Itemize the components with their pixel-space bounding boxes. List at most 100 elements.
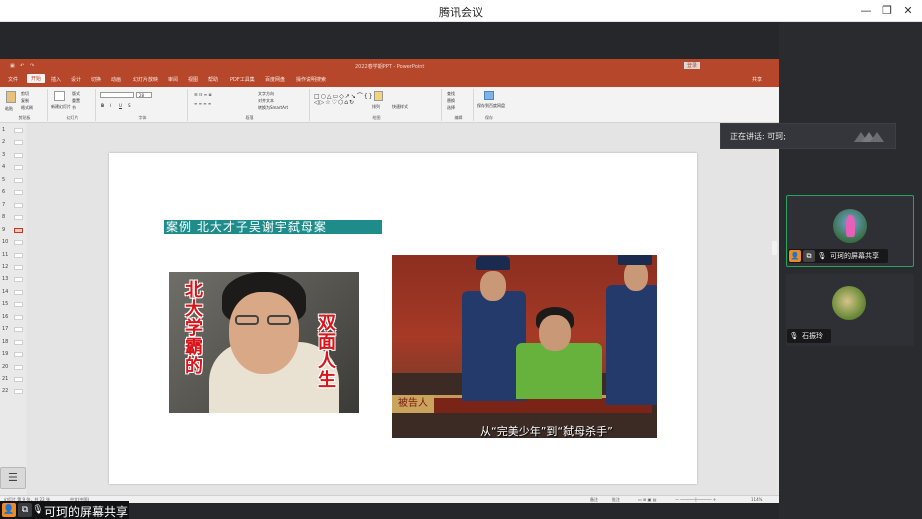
slide-thumbnail[interactable] <box>14 339 23 345</box>
slide-thumbnail[interactable] <box>14 165 23 171</box>
ppt-menu-bar: 文件 开始 插入 设计 切换 动画 幻灯片放映 审阅 视图 帮助 PDF工具集 … <box>0 73 779 87</box>
slide-thumbnail[interactable] <box>14 327 23 333</box>
new-slide-icon[interactable] <box>54 91 65 101</box>
menu-pdf-tools[interactable]: PDF工具集 <box>230 76 255 83</box>
ribbon-group-clipboard: 粘贴 剪切 复制 格式刷 剪贴板 <box>2 89 48 121</box>
slide-thumbnail[interactable] <box>14 177 23 183</box>
slide-thumbnail[interactable] <box>14 152 23 158</box>
zoom-level[interactable]: 114% <box>751 497 762 502</box>
menu-transitions[interactable]: 切换 <box>91 76 101 83</box>
thumbnail-menu-button[interactable]: ☰ <box>0 467 26 489</box>
view-buttons[interactable]: ▭ ⊞ ▣ ▤ <box>638 497 657 502</box>
glasses-right <box>267 315 291 325</box>
participant-tile-2[interactable]: 🎙 石振玲 <box>786 274 914 346</box>
copy-button[interactable]: 复制 <box>21 98 29 104</box>
shapes-gallery-row2[interactable]: ◁▷☆♡⬡⌂↻ <box>314 99 355 106</box>
paste-icon[interactable] <box>6 91 16 103</box>
slide-thumbnail[interactable] <box>14 264 23 270</box>
avatar-figure <box>846 215 855 237</box>
arrange-button[interactable]: 排列 <box>372 104 380 110</box>
menu-review[interactable]: 审阅 <box>168 76 178 83</box>
menu-home[interactable]: 开始 <box>27 74 46 83</box>
signin-button[interactable]: 登录 <box>684 62 701 69</box>
slide-thumbnail[interactable] <box>14 352 23 358</box>
slide-canvas: 案例 北大才子吴谢宇弑母案 北 大 学 霸 的 双 面 人 生 被告人 从“完美… <box>27 123 777 495</box>
comments-button[interactable]: 批注 <box>612 497 620 503</box>
underline-button[interactable]: U <box>119 103 122 108</box>
menu-file[interactable]: 文件 <box>8 76 18 83</box>
slide-thumbnail[interactable] <box>14 364 23 370</box>
slide-thumbnail[interactable] <box>14 128 23 133</box>
menu-animations[interactable]: 动画 <box>111 76 121 83</box>
microphone-icon: 🎙 <box>817 252 827 260</box>
save-icon[interactable]: ▣ <box>10 63 15 69</box>
slide-thumbnail[interactable] <box>14 377 23 382</box>
menu-view[interactable]: 视图 <box>188 76 198 83</box>
select-button[interactable]: 选择 <box>447 105 455 111</box>
slide-thumbnail[interactable] <box>14 277 23 283</box>
slide-thumbnail[interactable] <box>14 252 23 258</box>
text-direction-button[interactable]: 文字方向 <box>258 91 274 97</box>
ppt-doc-title: 2022春学期PPT - PowerPoint <box>355 64 425 70</box>
slide-thumbnail[interactable] <box>14 240 23 246</box>
format-painter-button[interactable]: 格式刷 <box>21 105 33 111</box>
menu-design[interactable]: 设计 <box>71 76 81 83</box>
paste-button[interactable]: 粘贴 <box>5 106 13 112</box>
align-icons[interactable]: ≡ ≡ ≡ ≡ <box>194 101 211 106</box>
baidu-save-icon[interactable] <box>484 91 494 100</box>
thumbnail-number: 15 <box>2 301 9 308</box>
font-name-select[interactable] <box>100 92 134 98</box>
align-text-button[interactable]: 对齐文本 <box>258 98 274 104</box>
screen-share-name: 可珂的屏幕共享 <box>44 505 129 519</box>
thumbnail-number: 11 <box>2 251 9 258</box>
slide-thumbnail[interactable] <box>14 227 23 233</box>
participant-namebar: 👤 ⧉ 🎙 可珂的屏幕共享 <box>788 249 888 263</box>
slide-thumbnail[interactable] <box>14 215 23 221</box>
section-button[interactable]: 节 <box>72 105 76 111</box>
restore-icon[interactable]: ❐ <box>878 3 896 19</box>
find-button[interactable]: 查找 <box>447 91 455 97</box>
reset-button[interactable]: 重置 <box>72 98 80 104</box>
zoom-slider[interactable]: — ──────┼────── + <box>675 497 716 502</box>
cut-button[interactable]: 剪切 <box>21 91 29 97</box>
notes-button[interactable]: 备注 <box>590 497 598 503</box>
participant-tile-sharer[interactable]: 👤 ⧉ 🎙 可珂的屏幕共享 <box>786 195 914 267</box>
menu-help[interactable]: 帮助 <box>208 76 218 83</box>
slide-thumbnail[interactable] <box>14 289 23 295</box>
strike-button[interactable]: S <box>128 103 131 108</box>
layout-button[interactable]: 版式 <box>72 91 80 97</box>
replace-button[interactable]: 替换 <box>447 98 455 104</box>
menu-insert[interactable]: 插入 <box>51 76 61 83</box>
new-slide-button[interactable]: 新建幻灯片 <box>51 104 71 110</box>
slide-thumbnail[interactable] <box>14 140 23 146</box>
slide[interactable]: 案例 北大才子吴谢宇弑母案 北 大 学 霸 的 双 面 人 生 被告人 从“完美… <box>109 153 697 484</box>
baidu-save-button[interactable]: 保存到百度网盘 <box>477 103 505 109</box>
defendant-face <box>539 315 571 351</box>
minimize-icon[interactable]: — <box>857 3 875 19</box>
close-icon[interactable]: ✕ <box>899 3 917 19</box>
redo-icon[interactable]: ↷ <box>30 63 34 69</box>
tell-me-search[interactable]: 操作说明搜索 <box>296 76 326 83</box>
vertical-scrollbar-handle[interactable] <box>772 241 777 255</box>
bold-button[interactable]: B <box>101 103 104 108</box>
slide-thumbnail[interactable] <box>14 190 23 196</box>
undo-icon[interactable]: ↶ <box>20 63 24 69</box>
slide-thumbnail[interactable] <box>14 314 23 320</box>
thumbnail-number: 19 <box>2 351 9 358</box>
ribbon-label-editing: 编辑 <box>454 115 463 120</box>
arrange-icon[interactable] <box>374 91 383 101</box>
user-icon: 👤 <box>2 503 16 517</box>
thumbnail-number: 22 <box>2 388 9 395</box>
slide-thumbnail[interactable] <box>14 389 23 395</box>
slide-thumbnail[interactable] <box>14 302 23 308</box>
thumbnail-number: 12 <box>2 263 9 270</box>
menu-slideshow[interactable]: 幻灯片放映 <box>133 76 158 83</box>
menu-baidu-netdisk[interactable]: 百度网盘 <box>265 76 285 83</box>
smartart-button[interactable]: 转换为SmartArt <box>258 105 288 111</box>
quick-styles-button[interactable]: 快速样式 <box>392 104 408 110</box>
slide-thumbnail[interactable] <box>14 202 23 208</box>
italic-button[interactable]: I <box>110 103 111 108</box>
share-button[interactable]: 共享 <box>752 76 762 83</box>
font-size-select[interactable]: 28 <box>136 92 152 98</box>
list-icons[interactable]: ☰ ☷ ≡ ≣ <box>194 92 212 97</box>
